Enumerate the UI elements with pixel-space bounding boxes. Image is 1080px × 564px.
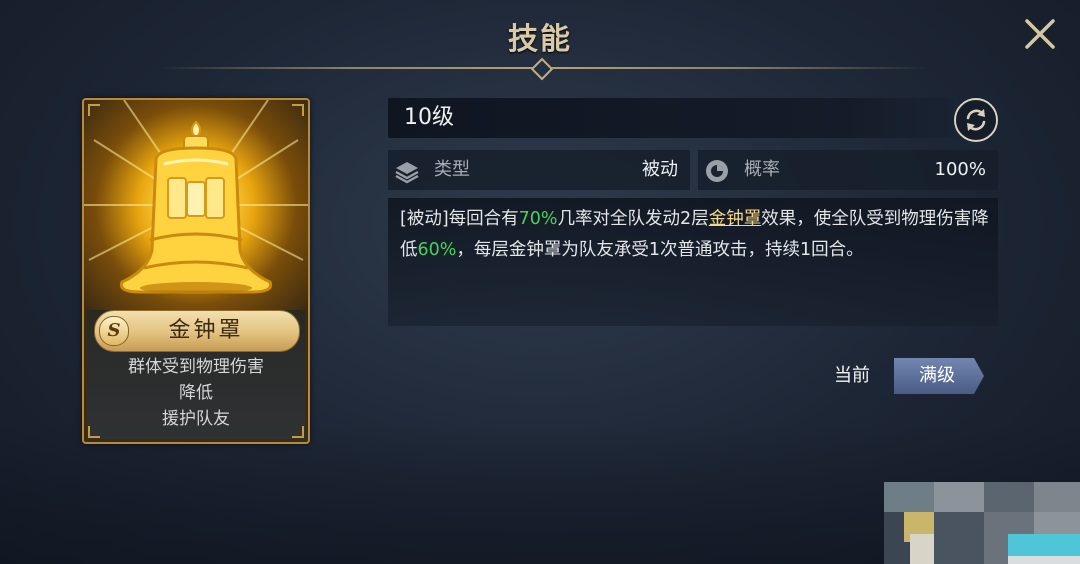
refresh-button[interactable] xyxy=(954,98,998,142)
skill-description-box: [被动]每回合有70%几率对全队发动2层金钟罩效果，使全队受到物理伤害降低60%… xyxy=(388,198,998,326)
skill-name-banner: S 金钟罩 xyxy=(94,310,300,352)
page-title: 技能 xyxy=(508,22,572,57)
skill-level: 10级 xyxy=(404,105,454,130)
skill-rank-badge: S xyxy=(99,316,129,346)
card-corner-ornament xyxy=(292,104,304,116)
skill-chance-row: 概率 100% xyxy=(698,150,998,190)
card-corner-ornament xyxy=(88,426,100,438)
refresh-icon xyxy=(966,109,986,131)
desc-highlight-green: 70% xyxy=(518,209,558,229)
skill-chance-value: 100% xyxy=(934,159,986,180)
max-level-button[interactable]: 满级 xyxy=(894,358,984,394)
close-button[interactable] xyxy=(1020,14,1060,54)
skill-level-bar: 10级 xyxy=(388,98,954,138)
close-icon xyxy=(1025,19,1055,49)
skill-art xyxy=(84,100,308,310)
skill-type-row: 类型 被动 xyxy=(388,150,690,190)
desc-highlight-green: 60% xyxy=(417,240,457,260)
desc-skill-link[interactable]: 金钟罩 xyxy=(709,209,762,229)
pixelated-overlay xyxy=(884,482,1080,564)
skill-description: [被动]每回合有70%几率对全队发动2层金钟罩效果，使全队受到物理伤害降低60%… xyxy=(400,204,996,266)
skill-type-label: 类型 xyxy=(434,159,470,180)
skill-effect-line: 群体受到物理伤害 xyxy=(128,357,264,377)
card-corner-ornament xyxy=(88,104,100,116)
skill-effect-line: 援护队友 xyxy=(162,409,230,429)
skill-effect-summary: 群体受到物理伤害 降低 援护队友 xyxy=(84,354,308,432)
title-ornament xyxy=(530,57,554,81)
desc-segment: ，每层金钟罩为队友承受1次普通攻击，持续1回合。 xyxy=(456,240,864,260)
current-level-button[interactable]: 当前 xyxy=(818,358,886,394)
max-level-label: 满级 xyxy=(919,365,955,386)
desc-segment: 几率对全队发动2层 xyxy=(557,209,709,229)
skill-name: 金钟罩 xyxy=(168,318,244,343)
layers-icon xyxy=(395,162,419,184)
golden-bell-icon xyxy=(84,100,308,294)
skill-effect-line: 降低 xyxy=(179,383,213,403)
skill-type-value: 被动 xyxy=(642,159,678,180)
desc-segment: [被动]每回合有 xyxy=(400,209,519,229)
card-corner-ornament xyxy=(292,426,304,438)
dice-icon xyxy=(706,160,728,182)
skill-card: S 金钟罩 群体受到物理伤害 降低 援护队友 xyxy=(82,98,310,444)
skill-chance-label: 概率 xyxy=(744,159,780,180)
